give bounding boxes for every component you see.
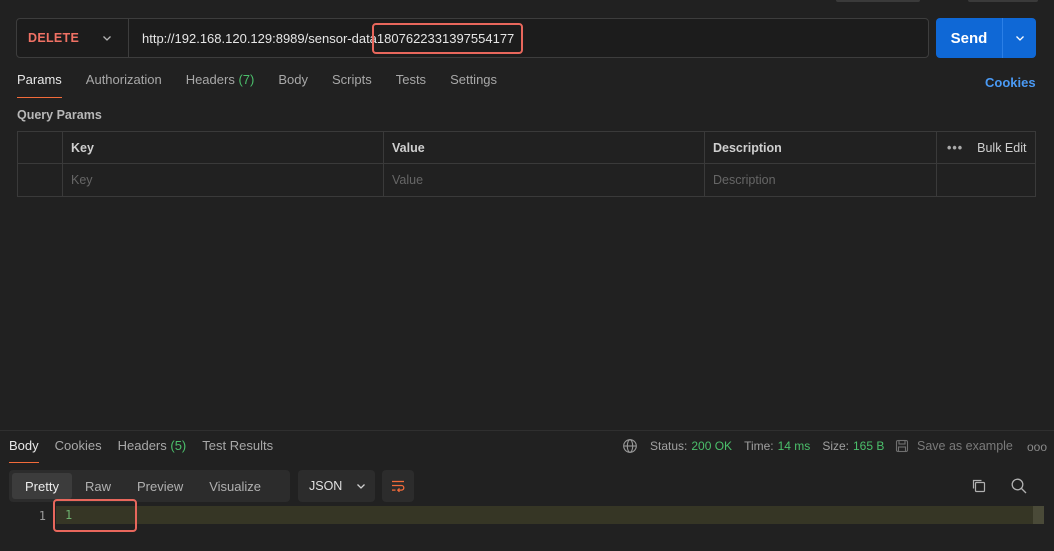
url-input[interactable]: http://192.168.120.129:8989/sensor-data 1… bbox=[129, 19, 928, 57]
tab-authorization[interactable]: Authorization bbox=[86, 72, 162, 98]
table-row: Key Value Description bbox=[18, 164, 1035, 196]
active-line-highlight bbox=[56, 506, 1044, 524]
headers-count: (7) bbox=[238, 72, 255, 87]
tab-settings[interactable]: Settings bbox=[450, 72, 497, 98]
size-value[interactable]: 165 B bbox=[853, 439, 884, 453]
query-params-title: Query Params bbox=[17, 108, 102, 122]
row-actions-cell bbox=[937, 164, 1035, 196]
format-visualize[interactable]: Visualize bbox=[196, 473, 274, 499]
status-value[interactable]: 200 OK bbox=[691, 439, 732, 453]
value-column-header: Value bbox=[384, 132, 705, 163]
response-tab-headers[interactable]: Headers (5) bbox=[118, 438, 187, 463]
line-number: 1 bbox=[38, 509, 46, 523]
value-input[interactable]: Value bbox=[384, 164, 705, 196]
format-preview[interactable]: Preview bbox=[124, 473, 196, 499]
top-strip bbox=[0, 0, 1054, 6]
more-icon: ••• bbox=[947, 140, 964, 155]
globe-icon[interactable] bbox=[622, 438, 638, 454]
key-column-header: Key bbox=[63, 132, 384, 163]
section-divider[interactable] bbox=[0, 430, 1054, 431]
row-checkbox-cell[interactable] bbox=[18, 164, 63, 196]
url-id: 1807622331397554177 bbox=[371, 22, 524, 54]
wrap-lines-icon bbox=[392, 480, 405, 493]
cookies-link[interactable]: Cookies bbox=[985, 75, 1036, 90]
method-label: DELETE bbox=[28, 31, 80, 45]
description-column-header: Description bbox=[705, 132, 937, 163]
tab-scripts[interactable]: Scripts bbox=[332, 72, 372, 98]
response-tab-test-results[interactable]: Test Results bbox=[202, 438, 273, 463]
format-raw[interactable]: Raw bbox=[72, 473, 124, 499]
format-pretty[interactable]: Pretty bbox=[12, 473, 72, 499]
toolbar-button-edge[interactable] bbox=[968, 0, 1038, 2]
response-body-editor[interactable]: 1 1 bbox=[0, 499, 1054, 551]
save-as-example-button[interactable]: Save as example bbox=[895, 437, 1013, 455]
scrollbar[interactable] bbox=[1033, 506, 1044, 524]
time-label: Time: bbox=[744, 439, 774, 453]
bulk-edit-button[interactable]: ••• Bulk Edit bbox=[937, 132, 1035, 163]
highlight-box bbox=[371, 22, 524, 54]
request-tabs: Params Authorization Headers (7) Body Sc… bbox=[17, 72, 521, 98]
tab-tests[interactable]: Tests bbox=[396, 72, 426, 98]
tab-body[interactable]: Body bbox=[278, 72, 308, 98]
table-header-row: Key Value Description ••• Bulk Edit bbox=[18, 132, 1035, 164]
chevron-down-icon bbox=[103, 36, 111, 41]
size-label: Size: bbox=[822, 439, 849, 453]
send-button-group: Send bbox=[936, 18, 1036, 58]
params-table: Key Value Description ••• Bulk Edit Key V… bbox=[17, 131, 1036, 197]
chevron-down-icon bbox=[1015, 36, 1024, 41]
method-select[interactable]: DELETE bbox=[17, 19, 129, 57]
wrap-lines-button[interactable] bbox=[382, 470, 414, 502]
format-select[interactable]: JSON bbox=[298, 470, 375, 502]
checkbox-column-header bbox=[18, 132, 63, 163]
tab-params[interactable]: Params bbox=[17, 72, 62, 98]
time-value[interactable]: 14 ms bbox=[778, 439, 811, 453]
response-tab-cookies[interactable]: Cookies bbox=[55, 438, 102, 463]
response-status-bar: Status: 200 OK Time: 14 ms Size: 165 B bbox=[622, 437, 896, 455]
send-button[interactable]: Send bbox=[936, 18, 1003, 58]
format-toggle-group: Pretty Raw Preview Visualize bbox=[9, 470, 290, 502]
copy-icon[interactable] bbox=[970, 477, 988, 495]
toolbar-button-edge[interactable] bbox=[836, 0, 920, 2]
save-icon bbox=[895, 439, 909, 453]
response-tabs: Body Cookies Headers (5) Test Results bbox=[9, 438, 289, 463]
description-input[interactable]: Description bbox=[705, 164, 937, 196]
send-dropdown[interactable] bbox=[1003, 18, 1036, 58]
url-base: http://192.168.120.129:8989/sensor-data bbox=[142, 30, 377, 46]
status-label: Status: bbox=[650, 439, 688, 453]
key-input[interactable]: Key bbox=[63, 164, 384, 196]
request-bar: DELETE http://192.168.120.129:8989/senso… bbox=[16, 18, 929, 58]
response-headers-count: (5) bbox=[170, 438, 187, 453]
search-icon[interactable] bbox=[1010, 477, 1028, 495]
more-icon[interactable]: ooo bbox=[1027, 440, 1047, 454]
response-tab-body[interactable]: Body bbox=[9, 438, 39, 463]
chevron-down-icon bbox=[357, 484, 366, 489]
highlight-box bbox=[53, 499, 137, 532]
tab-headers[interactable]: Headers (7) bbox=[186, 72, 255, 98]
